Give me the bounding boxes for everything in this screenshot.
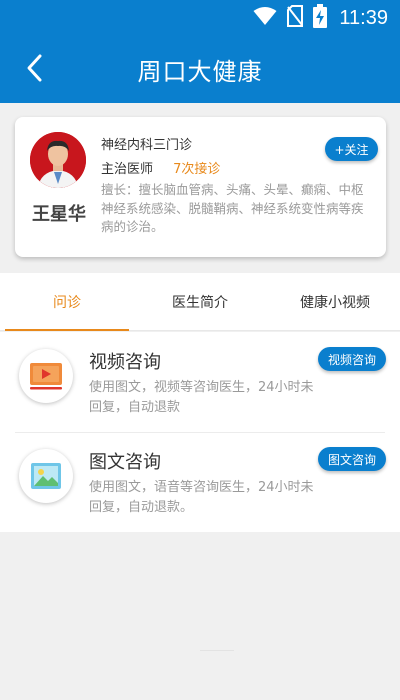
status-time: 11:39: [339, 6, 388, 29]
app-bar: 周口大健康: [0, 36, 400, 103]
tab-consultation[interactable]: 问诊: [5, 273, 129, 331]
doctor-specialty: 擅长：擅长脑血管病、头痛、头晕、癫痫、中枢神经系统感染、脱髓鞘病、神经系统变性病…: [101, 182, 364, 234]
status-icons: 11:39: [253, 4, 388, 32]
image-text-consult-button[interactable]: 图文咨询: [318, 447, 386, 471]
doctor-name: 王星华: [32, 204, 86, 225]
video-consult-button[interactable]: 视频咨询: [318, 347, 386, 371]
wifi-icon: [253, 6, 277, 30]
consult-count: 7次接诊: [173, 162, 221, 177]
battery-charging-icon: [313, 4, 328, 32]
video-consult-title: 视频咨询: [89, 352, 161, 373]
tab-health-videos[interactable]: 健康小视频: [271, 273, 399, 331]
list-item[interactable]: 视频咨询 使用图文，视频等咨询医生，24小时未回复，自动退款 视频咨询: [0, 332, 400, 433]
image-text-consult-title: 图文咨询: [89, 452, 161, 473]
doctor-department: 神经内科三门诊: [101, 138, 193, 153]
doctor-card: 王星华 神经内科三门诊 主治医师 7次接诊 擅长：擅长脑血管病、头痛、头晕、癫痫…: [15, 117, 386, 257]
active-tab-indicator: [5, 329, 129, 331]
page-title: 周口大健康: [137, 58, 263, 86]
status-bar: 11:39: [0, 0, 400, 36]
doctor-title-line: 主治医师 7次接诊: [101, 158, 220, 177]
list-item[interactable]: 图文咨询 使用图文，语音等咨询医生，24小时未回复，自动退款。 图文咨询: [0, 432, 400, 532]
follow-button[interactable]: +关注: [325, 137, 378, 161]
image-icon: [19, 449, 73, 503]
home-indicator: [200, 650, 234, 651]
video-play-icon: [19, 349, 73, 403]
doctor-avatar: [30, 132, 86, 188]
tab-bar: 问诊 医生简介 健康小视频: [0, 273, 400, 331]
doctor-title: 主治医师: [101, 162, 154, 177]
image-text-consult-description: 使用图文，语音等咨询医生，24小时未回复，自动退款。: [89, 480, 314, 515]
video-consult-description: 使用图文，视频等咨询医生，24小时未回复，自动退款: [89, 380, 314, 415]
consultation-list: 视频咨询 使用图文，视频等咨询医生，24小时未回复，自动退款 视频咨询 图文咨询…: [0, 332, 400, 532]
no-sim-icon: [287, 5, 304, 31]
tab-doctor-intro[interactable]: 医生简介: [138, 273, 262, 331]
